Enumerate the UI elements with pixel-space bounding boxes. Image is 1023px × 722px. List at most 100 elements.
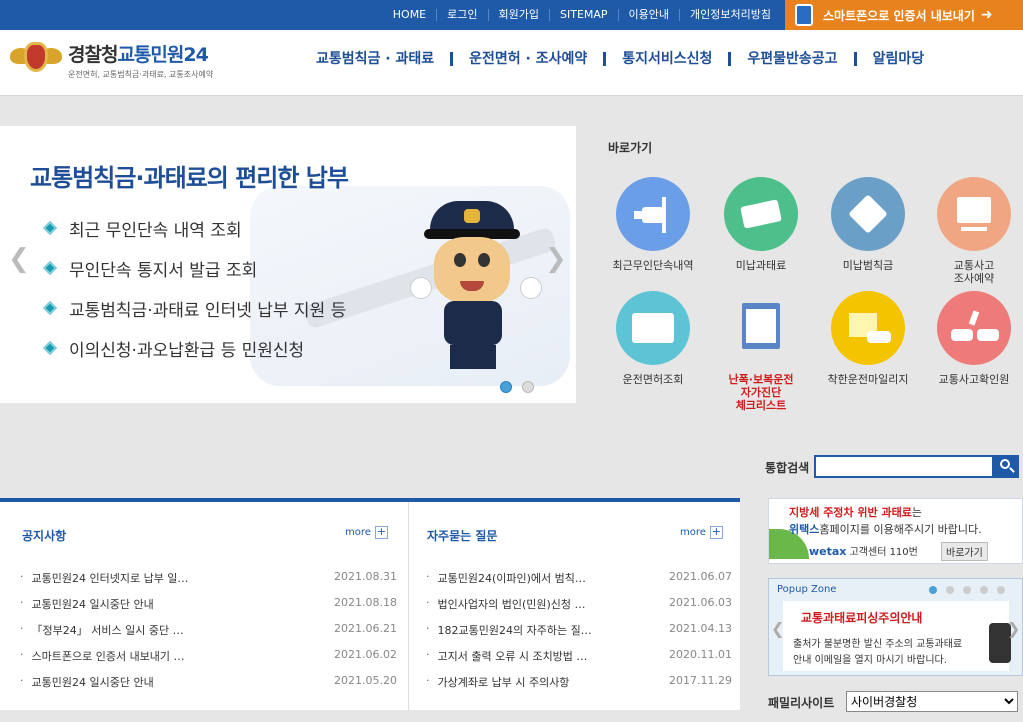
popup-next-icon[interactable]: ❯ [1007, 619, 1020, 638]
popup-body-line2: 안내 이메일을 열지 마시기 바랍니다. [793, 655, 947, 666]
list-item: 최근 무인단속 내역 조회 [42, 208, 346, 248]
quick-unpaid-fines[interactable]: 미납과태료 [711, 177, 811, 272]
family-site-label: 패밀리사이트 [768, 696, 835, 710]
notices-title[interactable]: 공지사항 [22, 527, 66, 544]
export-certificate-button[interactable]: 스마트폰으로 인증서 내보내기 ➜ [785, 0, 1023, 30]
quick-road-rage-checklist[interactable]: 난폭·보복운전 자가진단 체크리스트 [711, 291, 811, 412]
list-item: 무인단속 통지서 발급 조회 [42, 248, 346, 288]
table-row[interactable]: · 교통민원24 일시중단 안내 2021.05.20 [20, 674, 397, 690]
checklist-icon [716, 291, 806, 365]
board-panel: 공지사항 more + · 교통민원24 인터넷지로 납부 일… 2021.08.31… [0, 498, 740, 710]
license-card-icon [616, 291, 690, 365]
slide-title: 교통범칙금·과태료의 편리한 납부 [30, 164, 349, 192]
table-row[interactable]: · 교통민원24 인터넷지로 납부 일… 2021.08.31 [20, 570, 397, 586]
guide-link[interactable]: 이용안내 [617, 9, 679, 21]
list-item: 이의신청·과오납환급 등 민원신청 [42, 328, 346, 368]
car-crash-icon [937, 291, 1011, 365]
home-link[interactable]: HOME [383, 9, 436, 21]
quick-label: 교통사고 조사예약 [953, 259, 995, 285]
table-row[interactable]: · 가상계좌로 납부 시 주의사항 2017.11.29 [426, 674, 732, 690]
plus-icon: + [374, 525, 388, 539]
popup-dot-5[interactable] [997, 586, 1005, 594]
banner-line1: 지방세 주정차 위반 과태료는 [789, 506, 922, 519]
quick-accident-reservation[interactable]: 교통사고 조사예약 [924, 177, 1023, 285]
table-row[interactable]: · 교통민원24 일시중단 안내 2021.08.18 [20, 596, 397, 612]
slide-dot-2[interactable] [522, 381, 534, 393]
table-row[interactable]: · 교통민원24(이파인)에서 범칙… 2021.06.07 [426, 570, 732, 586]
list-item: 교통범칙금·과태료 인터넷 납부 지원 등 [42, 288, 346, 328]
arrow-right-icon: ➜ [980, 7, 993, 23]
signup-link[interactable]: 회원가입 [487, 9, 549, 21]
main-slider: 교통범칙금·과태료의 편리한 납부 최근 무인단속 내역 조회 무인단속 통지서… [0, 126, 576, 403]
popup-prev-icon[interactable]: ❮ [771, 619, 784, 638]
quick-label: 착한운전마일리지 [827, 373, 909, 386]
family-site-select[interactable]: 사이버경찰청 [846, 691, 1018, 712]
wetax-banner[interactable]: 지방세 주정차 위반 과태료는 위택스홈페이지를 이용해주시기 바랍니다. we… [768, 498, 1023, 564]
table-row[interactable]: · 스마트폰으로 인증서 내보내기 … 2021.06.02 [20, 648, 397, 664]
search-icon-handle [1009, 467, 1015, 473]
logo-subtitle: 운전면허, 교통범칙금·과태료, 교통조사예약 [68, 70, 214, 79]
nav-notification-service[interactable]: 통지서비스신청 [603, 52, 728, 66]
wetax-logo: wetax [809, 545, 847, 558]
diamond-bullet-icon [42, 340, 58, 356]
faq-more-button[interactable]: more + [680, 526, 723, 539]
mileage-car-icon [831, 291, 905, 365]
board-divider [408, 502, 409, 710]
slide-dot-1[interactable] [500, 381, 512, 393]
quick-label: 운전면허조회 [622, 373, 684, 386]
popup-zone: Popup Zone 교통과태료피싱주의안내 출처가 불분명한 발신 주소의 교… [768, 578, 1023, 676]
slide-prev-icon[interactable]: ❮ [8, 244, 30, 274]
utility-links: HOME 로그인 회원가입 SITEMAP 이용안내 개인정보처리방침 [383, 0, 781, 30]
popup-dot-2[interactable] [946, 586, 954, 594]
diamond-bullet-icon [42, 220, 58, 236]
search-button[interactable] [994, 455, 1019, 478]
computer-icon [937, 177, 1011, 251]
plus-icon: + [709, 525, 723, 539]
quick-label: 난폭·보복운전 자가진단 체크리스트 [728, 373, 794, 412]
nav-returned-mail[interactable]: 우편물반송공고 [728, 52, 853, 66]
search-input[interactable] [814, 455, 994, 478]
sitemap-link[interactable]: SITEMAP [549, 9, 618, 21]
police-emblem-icon [10, 40, 62, 80]
slide-next-icon[interactable]: ❯ [545, 244, 567, 274]
quick-label: 교통사고확인원 [938, 373, 1010, 386]
privacy-policy-link[interactable]: 개인정보처리방침 [679, 9, 781, 21]
popup-zone-title: Popup Zone [777, 584, 837, 595]
site-logo[interactable]: 경찰청교통민원24 운전면허, 교통범칙금·과태료, 교통조사예약 [10, 40, 213, 80]
camera-icon [616, 177, 690, 251]
quick-recent-enforcement[interactable]: 최근무인단속내역 [603, 177, 703, 272]
login-link[interactable]: 로그인 [436, 9, 487, 21]
quick-good-driving-mileage[interactable]: 착한운전마일리지 [818, 291, 918, 386]
table-row[interactable]: · 고지서 출력 오류 시 조치방법 … 2020.11.01 [426, 648, 732, 664]
notices-more-button[interactable]: more + [345, 526, 388, 539]
wetax-go-button[interactable]: 바로가기 [941, 542, 988, 561]
popup-dot-3[interactable] [963, 586, 971, 594]
nav-fines[interactable]: 교통범칙금 · 과태료 [300, 52, 450, 66]
banner-line2: 위택스홈페이지를 이용해주시기 바랍니다. [789, 523, 982, 536]
banner-line3: wetax 고객센터 110번 [809, 545, 918, 558]
site-header: 경찰청교통민원24 운전면허, 교통범칙금·과태료, 교통조사예약 교통범칙금 … [0, 30, 1023, 96]
popup-heading: 교통과태료피싱주의안내 [801, 611, 923, 625]
more-label: more [680, 527, 706, 538]
quick-unpaid-penalty[interactable]: 미납범칙금 [818, 177, 918, 272]
quick-license-check[interactable]: 운전면허조회 [603, 291, 703, 386]
faq-title[interactable]: 자주묻는 질문 [427, 527, 497, 544]
table-row[interactable]: · 「정부24」 서비스 일시 중단 … 2021.06.21 [20, 622, 397, 638]
diamond-bullet-icon [42, 260, 58, 276]
top-bar: HOME 로그인 회원가입 SITEMAP 이용안내 개인정보처리방침 스마트폰… [0, 0, 1023, 30]
quick-accident-certificate[interactable]: 교통사고확인원 [924, 291, 1023, 386]
popup-banner[interactable]: 교통과태료피싱주의안내 출처가 불분명한 발신 주소의 교통과태료 안내 이메일… [783, 601, 1011, 671]
popup-dot-4[interactable] [980, 586, 988, 594]
popup-dot-1[interactable] [929, 586, 937, 594]
table-row[interactable]: · 법인사업자의 법인(민원)신청 … 2021.06.03 [426, 596, 732, 612]
smartphone-icon [795, 4, 813, 26]
popup-body-line1: 출처가 불분명한 발신 주소의 교통과태료 [793, 639, 963, 650]
nav-license-reservation[interactable]: 운전면허 · 조사예약 [450, 52, 603, 66]
table-row[interactable]: · 182교통민원24의 자주하는 질… 2021.04.13 [426, 622, 732, 638]
quick-label: 최근무인단속내역 [612, 259, 694, 272]
more-label: more [345, 527, 371, 538]
quick-links-title: 바로가기 [608, 141, 653, 155]
main-nav: 교통범칙금 · 과태료 운전면허 · 조사예약 통지서비스신청 우편물반송공고 … [300, 52, 940, 66]
nav-notice-board[interactable]: 알림마당 [853, 52, 941, 66]
quick-label: 미납범칙금 [842, 259, 894, 272]
